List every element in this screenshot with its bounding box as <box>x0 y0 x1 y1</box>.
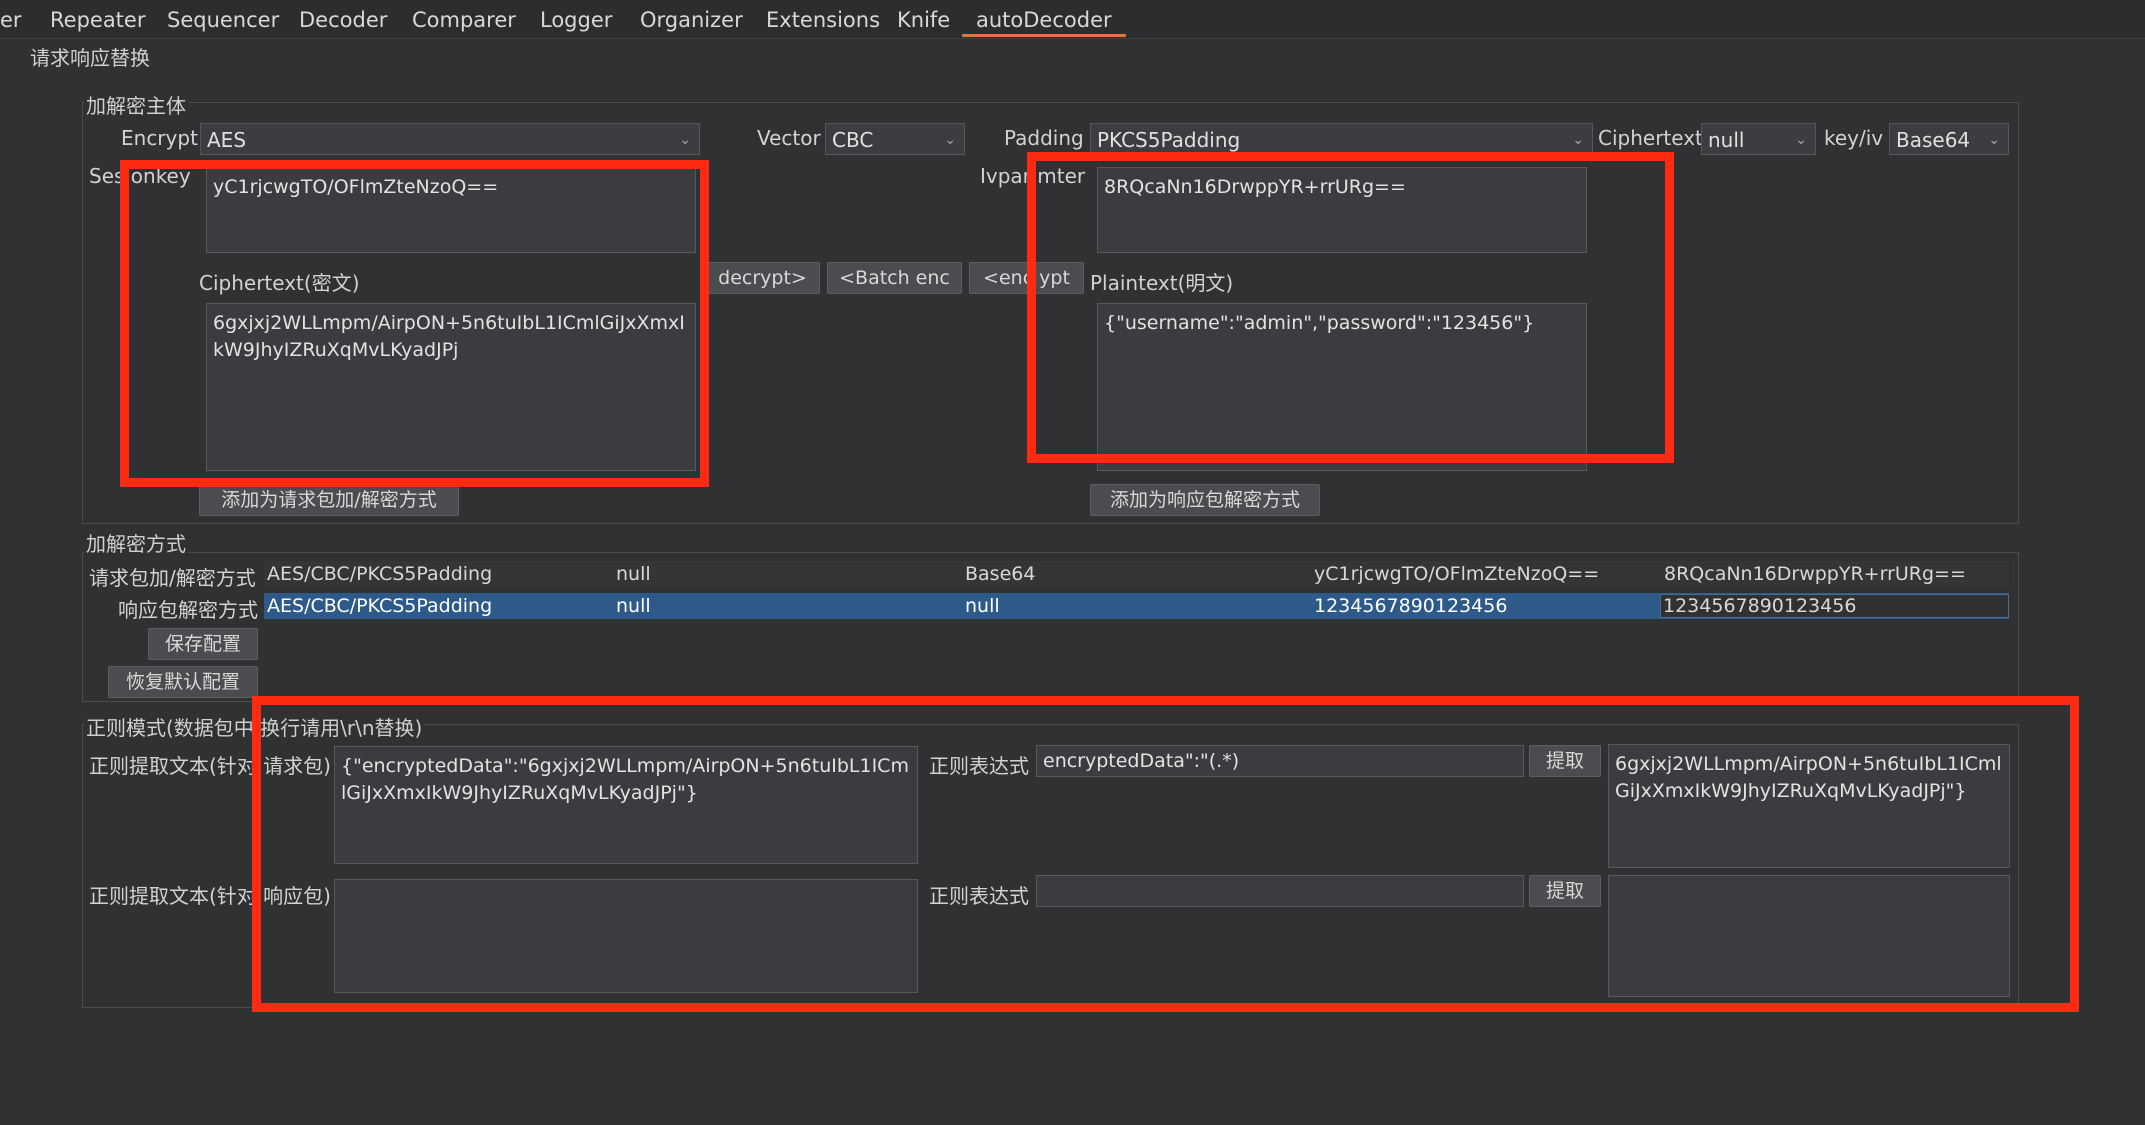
ciphertext-format-select[interactable]: null ⌄ <box>1701 123 1816 155</box>
regex-request-expr-input[interactable]: encryptedData":"(.*) <box>1036 745 1524 777</box>
regex-response-label: 正则提取文本(针对 响应包) <box>89 884 331 908</box>
decrypt-button[interactable]: decrypt> <box>705 262 820 294</box>
tab-comparer[interactable]: Comparer <box>412 6 516 34</box>
response-mode-label: 响应包解密方式 <box>118 598 258 622</box>
add-request-mode-button[interactable]: 添加为请求包加/解密方式 <box>199 484 459 516</box>
mode-cell: AES/CBC/PKCS5Padding <box>267 563 493 585</box>
plaintext-textarea[interactable]: {"username":"admin","password":"123456"} <box>1097 303 1587 471</box>
ivparameter-label: Ivpar mter <box>980 164 1086 188</box>
request-mode-label: 请求包加/解密方式 <box>89 566 256 590</box>
tab-bar: er Repeater Sequencer Decoder Comparer L… <box>0 0 2145 39</box>
save-config-button[interactable]: 保存配置 <box>148 628 258 660</box>
padding-select[interactable]: PKCS5Padding ⌄ <box>1090 123 1593 155</box>
keyiv-select-value: Base64 <box>1896 128 1971 152</box>
format-cell: Base64 <box>965 563 1036 585</box>
vector-select-value: CBC <box>832 128 874 152</box>
regex-response-expr-input[interactable] <box>1036 875 1524 907</box>
vector-select[interactable]: CBC ⌄ <box>825 123 965 155</box>
plaintext-area-label: Plaintext(明文) <box>1090 271 1234 295</box>
vector-label: Vector <box>757 126 821 150</box>
padding-label: Padding <box>1004 126 1084 150</box>
crypto-main-title: 加解密主体 <box>84 90 188 119</box>
key-cell: yC1rjcwgTO/OFlmZteNzoQ== <box>1314 563 1600 585</box>
tab-repeater[interactable]: Repeater <box>50 6 145 34</box>
padding-cell: null <box>616 563 651 585</box>
encrypt-button[interactable]: <enc ypt <box>969 262 1084 294</box>
regex-request-extract-button[interactable]: 提取 <box>1529 745 1601 777</box>
ciphertext-area-label: Ciphertext(密文) <box>199 271 360 295</box>
padding-select-value: PKCS5Padding <box>1097 128 1241 152</box>
ciphertext-format-label: Ciphertext <box>1598 126 1703 150</box>
encrypt-select[interactable]: AES ⌄ <box>200 123 700 155</box>
table-row-selected[interactable]: AES/CBC/PKCS5Padding null null 123456789… <box>264 593 2009 619</box>
table-row[interactable]: AES/CBC/PKCS5Padding null Base64 yC1rjcw… <box>264 561 2009 587</box>
regex-response-expr-label: 正则表达式 <box>929 884 1029 908</box>
regex-request-expr-label: 正则表达式 <box>929 754 1029 778</box>
chevron-down-icon: ⌄ <box>1988 132 2000 148</box>
regex-response-result-textarea[interactable] <box>1608 875 2010 997</box>
regex-request-result-textarea[interactable]: 6gxjxj2WLLmpm/AirpON+5n6tuIbL1ICmlGiJxXm… <box>1608 744 2010 868</box>
chevron-down-icon: ⌄ <box>679 132 691 148</box>
add-response-mode-button[interactable]: 添加为响应包解密方式 <box>1090 484 1320 516</box>
ivparameter-textarea[interactable]: 8RQcaNn16DrwppYR+rrURg== <box>1097 167 1587 253</box>
iv-cell: 8RQcaNn16DrwppYR+rrURg== <box>1664 563 1966 585</box>
padding-cell: null <box>616 595 651 617</box>
key-cell: 1234567890123456 <box>1314 595 1508 617</box>
chevron-down-icon: ⌄ <box>944 132 956 148</box>
keyiv-select[interactable]: Base64 ⌄ <box>1889 123 2009 155</box>
keyiv-label: key/iv <box>1824 126 1884 150</box>
restore-default-button[interactable]: 恢复默认配置 <box>108 666 258 698</box>
ciphertext-textarea[interactable]: 6gxjxj2WLLmpm/AirpON+5n6tuIbL1ICmlGiJxXm… <box>206 303 696 471</box>
chevron-down-icon: ⌄ <box>1795 132 1807 148</box>
tab-extensions[interactable]: Extensions <box>766 6 880 34</box>
regex-response-textarea[interactable] <box>334 879 918 993</box>
regex-request-textarea[interactable]: {"encryptedData":"6gxjxj2WLLmpm/AirpON+5… <box>334 746 918 864</box>
sessionkey-textarea[interactable]: yC1rjcwgTO/OFlmZteNzoQ== <box>206 167 696 253</box>
encrypt-label: Encrypt <box>121 126 198 150</box>
mode-cell: AES/CBC/PKCS5Padding <box>267 595 493 617</box>
tab-logger[interactable]: Logger <box>540 6 612 34</box>
tab-knife[interactable]: Knife <box>897 6 950 34</box>
batch-encrypt-button[interactable]: <Batch enc <box>827 262 962 294</box>
tab-proxy-partial[interactable]: er <box>0 6 22 34</box>
chevron-down-icon: ⌄ <box>1572 132 1584 148</box>
encrypt-select-value: AES <box>207 128 247 152</box>
tab-autodecoder[interactable]: autoDecoder <box>962 6 1126 37</box>
format-cell: null <box>965 595 1000 617</box>
subtab-request-response-replace[interactable]: 请求响应替换 <box>30 42 150 71</box>
regex-request-label: 正则提取文本(针对 请求包) <box>89 754 331 778</box>
regex-response-extract-button[interactable]: 提取 <box>1529 875 1601 907</box>
iv-cell-editing[interactable]: 1234567890123456 <box>1660 594 2009 618</box>
tab-organizer[interactable]: Organizer <box>640 6 743 34</box>
sessionkey-label: Ses onkey <box>89 164 191 188</box>
crypto-mode-title: 加解密方式 <box>84 528 188 557</box>
ciphertext-format-value: null <box>1708 128 1745 152</box>
regex-mode-title: 正则模式(数据包中 换行请用\r\n替换) <box>84 712 425 741</box>
tab-decoder[interactable]: Decoder <box>299 6 387 34</box>
tab-sequencer[interactable]: Sequencer <box>167 6 279 34</box>
